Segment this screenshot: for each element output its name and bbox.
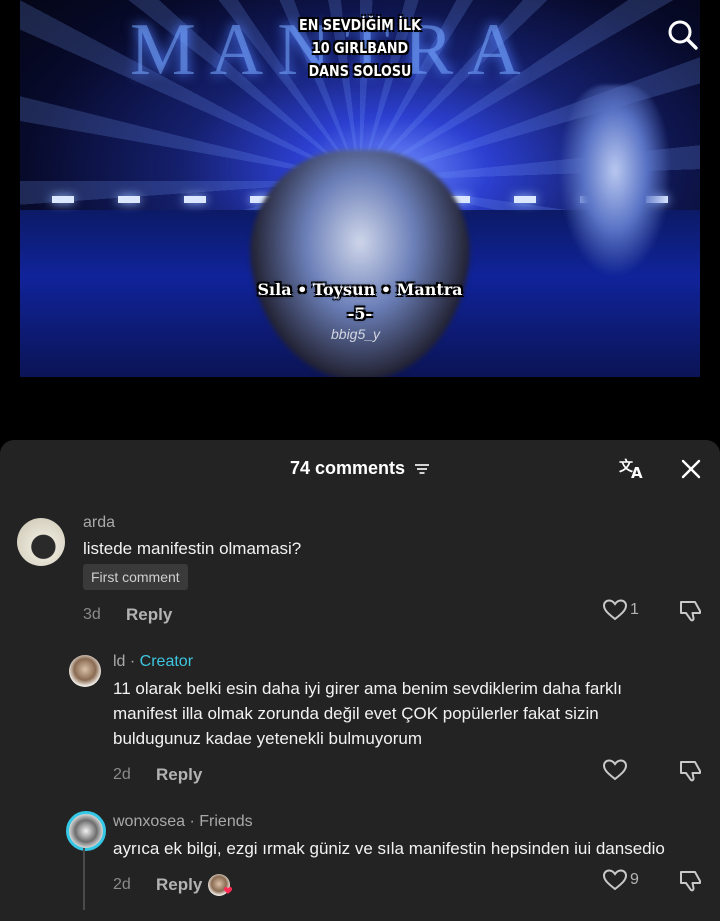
heart-icon[interactable] [602,598,628,622]
video-watermark: bbig5_y [331,326,381,342]
search-button[interactable] [664,16,702,54]
video-top-caption: EN SEVDİĞİM İLK 10 GIRLBAND DANS SOLOSU [292,14,428,83]
close-button[interactable] [678,456,704,482]
reply-button[interactable]: Reply [156,875,202,895]
name-separator: · [125,653,140,670]
comment-username[interactable]: arda [83,514,115,532]
caption-line: -5- [347,304,373,323]
dancer-background [560,85,670,275]
video-mid-caption: Sıla • Toysun • Mantra -5- [230,278,490,326]
comment-count-label: 74 comments [289,458,406,478]
username-text: wonxosea [113,813,186,830]
comments-sheet: 74 comments 文 A arda listede manifestin … [0,440,720,921]
caption-line: 10 GIRLBAND [311,39,409,57]
caption-line: Sıla • Toysun • Mantra [257,280,463,299]
comment-time: 2d [113,766,131,783]
heart-icon[interactable] [602,868,628,892]
heart-icon[interactable] [602,758,628,782]
first-comment-badge: First comment [83,564,188,590]
reply-button[interactable]: Reply [126,605,172,625]
dancer-foreground [250,150,470,377]
reply-button[interactable]: Reply [156,765,202,785]
comment-text: listede manifestin olmamasi? [83,539,302,558]
liked-heart-icon [223,886,233,894]
like-count: 9 [630,871,639,888]
dislike-icon[interactable] [678,758,704,784]
dislike-icon[interactable] [678,868,704,894]
avatar[interactable] [66,811,106,851]
avatar[interactable] [69,655,101,687]
caption-line: EN SEVDİĞİM İLK [298,16,422,34]
video-player[interactable]: MANTRA EN SEVDİĞİM İLK 10 GIRLBAND DANS … [0,0,720,440]
username-text: ld [113,653,126,670]
comment-time: 2d [113,876,131,893]
comment-text: ayrıca ek bilgi, ezgi ırmak güniz ve sıl… [113,839,665,858]
translate-icon: 文 A [619,458,643,482]
avatar[interactable] [17,518,65,566]
comment-text: 11 olarak belki esin daha iyi girer ama … [113,679,622,748]
comment-username[interactable]: wonxosea · Friends [113,813,253,831]
name-separator: · [185,813,200,830]
like-count: 1 [630,601,639,618]
comment-username[interactable]: ld · Creator [113,653,193,671]
comment-count[interactable]: 74 comments [0,458,720,479]
filter-icon[interactable] [414,463,430,475]
translate-button[interactable]: 文 A [618,456,648,482]
thread-line [83,848,85,910]
friends-tag: Friends [199,813,253,830]
dislike-icon[interactable] [678,598,704,624]
close-icon [681,459,701,479]
svg-text:A: A [631,464,643,482]
search-icon [668,20,698,50]
caption-line: DANS SOLOSU [308,62,412,80]
creator-tag: Creator [139,653,194,670]
comment-time: 3d [83,606,101,623]
comments-header: 74 comments 文 A [0,440,720,498]
